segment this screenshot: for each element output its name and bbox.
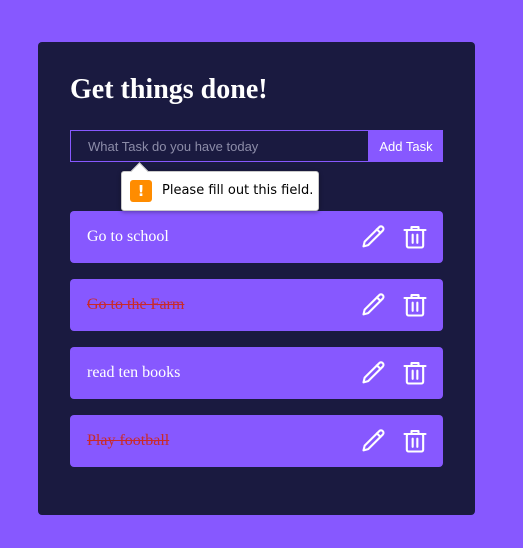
pencil-icon[interactable]: [360, 223, 388, 251]
trash-icon[interactable]: [401, 291, 429, 319]
todo-item: Play football: [70, 415, 443, 467]
todo-item: Go to the Farm: [70, 279, 443, 331]
tooltip-arrow: [130, 162, 149, 181]
validation-message: Please fill out this field.: [162, 183, 314, 198]
add-task-button[interactable]: Add Task: [369, 130, 443, 162]
todo-list: Go to school Go to the Farm read ten boo…: [70, 211, 443, 483]
page-title: Get things done!: [70, 74, 268, 105]
todo-text[interactable]: Go to school: [87, 211, 169, 263]
pencil-icon[interactable]: [360, 359, 388, 387]
todo-text[interactable]: Go to the Farm: [87, 279, 184, 331]
todo-app: Get things done! Add Task ! Please fill …: [38, 42, 475, 515]
todo-text[interactable]: read ten books: [87, 347, 180, 399]
todo-item: read ten books: [70, 347, 443, 399]
pencil-icon[interactable]: [360, 427, 388, 455]
warning-icon: !: [130, 180, 152, 202]
validation-tooltip: ! Please fill out this field.: [121, 162, 319, 211]
task-form: Add Task: [70, 130, 443, 162]
trash-icon[interactable]: [401, 223, 429, 251]
pencil-icon[interactable]: [360, 291, 388, 319]
trash-icon[interactable]: [401, 359, 429, 387]
trash-icon[interactable]: [401, 427, 429, 455]
todo-text[interactable]: Play football: [87, 415, 169, 467]
todo-item: Go to school: [70, 211, 443, 263]
task-input[interactable]: [70, 130, 369, 162]
